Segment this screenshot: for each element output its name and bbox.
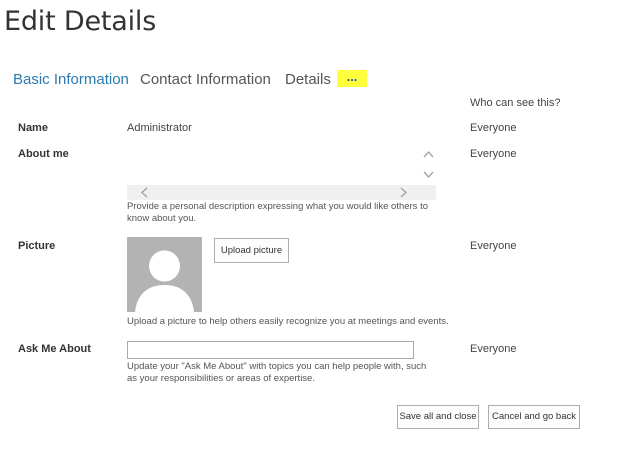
- picture-hint: Upload a picture to help others easily r…: [127, 316, 449, 327]
- about-me-visibility: Everyone: [470, 148, 517, 160]
- chevron-left-icon[interactable]: [140, 187, 148, 198]
- chevron-right-icon[interactable]: [400, 187, 408, 198]
- ask-me-about-input[interactable]: [127, 341, 414, 359]
- about-me-vertical-scrollbar[interactable]: [421, 145, 436, 185]
- tab-contact-information[interactable]: Contact Information: [140, 71, 271, 88]
- tab-details[interactable]: Details: [285, 71, 331, 88]
- ask-me-about-hint: Update your "Ask Me About" with topics y…: [127, 361, 427, 384]
- about-me-label: About me: [18, 148, 69, 160]
- ask-me-about-label: Ask Me About: [18, 343, 91, 355]
- upload-picture-button[interactable]: Upload picture: [214, 238, 289, 263]
- save-all-button[interactable]: Save all and close: [397, 405, 479, 429]
- visibility-column-header: Who can see this?: [470, 97, 561, 109]
- chevron-up-icon[interactable]: [423, 150, 434, 158]
- name-label: Name: [18, 122, 48, 134]
- name-visibility: Everyone: [470, 122, 517, 134]
- name-value: Administrator: [127, 122, 192, 134]
- picture-label: Picture: [18, 240, 56, 252]
- avatar: [127, 237, 202, 312]
- chevron-down-icon[interactable]: [423, 171, 434, 179]
- about-me-hint: Provide a personal description expressin…: [127, 201, 428, 224]
- person-silhouette-icon: [135, 250, 194, 312]
- page-title: Edit Details: [4, 6, 157, 37]
- ask-me-about-visibility: Everyone: [470, 343, 517, 355]
- about-me-horizontal-scrollbar[interactable]: [127, 185, 436, 200]
- picture-visibility: Everyone: [470, 240, 517, 252]
- tab-basic-information[interactable]: Basic Information: [13, 71, 129, 88]
- tab-more-button[interactable]: ...: [337, 70, 367, 87]
- cancel-button[interactable]: Cancel and go back: [488, 405, 580, 429]
